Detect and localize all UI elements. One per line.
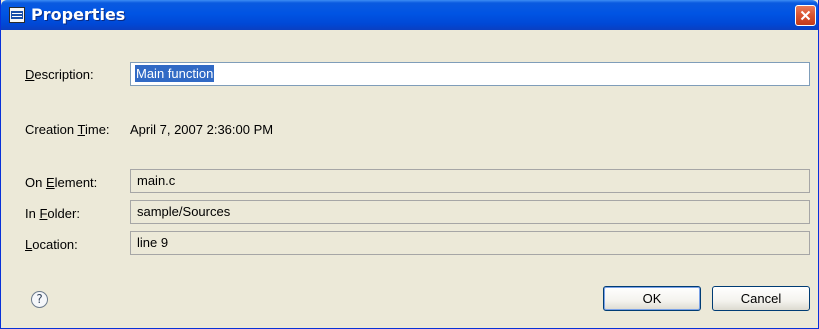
description-input[interactable]: Main function [130, 62, 810, 86]
close-icon [800, 10, 811, 21]
title-bar[interactable]: Properties [1, 0, 818, 30]
in-folder-field[interactable]: sample/Sources [130, 200, 810, 224]
help-icon[interactable]: ? [31, 291, 48, 308]
in-folder-label: In Folder: [25, 206, 80, 221]
description-label: Description: [25, 67, 94, 82]
location-field[interactable]: line 9 [130, 231, 810, 255]
ok-button[interactable]: OK [603, 286, 701, 311]
close-button[interactable] [795, 5, 816, 26]
cancel-button[interactable]: Cancel [712, 286, 810, 311]
creation-time-label: Creation Time: [25, 122, 110, 137]
description-value: Main function [135, 65, 215, 82]
on-element-label: On Element: [25, 175, 98, 190]
location-label: Location: [25, 237, 78, 252]
creation-time-value: April 7, 2007 2:36:00 PM [130, 122, 274, 137]
properties-dialog: Properties Description: Main function Cr… [0, 0, 819, 329]
on-element-field[interactable]: main.c [130, 169, 810, 193]
window-title: Properties [31, 5, 126, 24]
todo-task-icon [9, 7, 25, 23]
